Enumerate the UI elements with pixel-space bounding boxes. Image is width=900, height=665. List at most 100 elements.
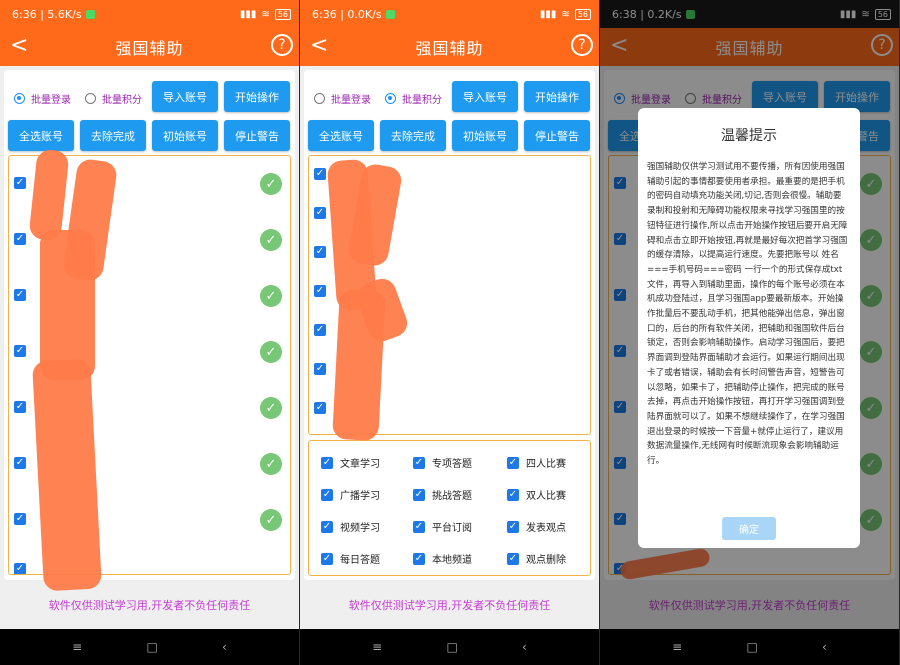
system-nav-bar: ≡ □ ‹ (600, 629, 899, 665)
menu-icon[interactable]: ≡ (72, 640, 82, 654)
option-two-player-match[interactable]: ✓ 双人比赛 (507, 487, 566, 502)
notification-icon (85, 9, 95, 19)
option-four-player-match[interactable]: ✓ 四人比赛 (507, 455, 566, 470)
table-row[interactable]: ✓ (314, 402, 326, 414)
back-nav-icon[interactable]: ‹ (522, 640, 527, 654)
signal-icon: ▮▮▮ (539, 8, 557, 20)
check-icon: ✓ (15, 513, 25, 524)
warning-dialog: 温馨提示 强国辅助仅供学习测试用不要传播，所有因使用强国辅助引起的事情都要使用者… (638, 108, 860, 548)
table-row[interactable]: ✓ (314, 207, 326, 219)
import-accounts-button[interactable]: 导入账号 (452, 81, 518, 112)
check-icon: ✓ (413, 520, 425, 533)
table-row[interactable]: ✓ (14, 563, 26, 574)
remove-done-button[interactable]: 去除完成 (380, 120, 446, 151)
done-icon: ✓ (260, 285, 282, 307)
option-delete-opinion[interactable]: ✓ 观点删除 (507, 551, 566, 566)
home-icon[interactable]: □ (746, 640, 757, 654)
radio-batch-points[interactable]: 批量积分 (85, 91, 142, 106)
table-row[interactable]: ✓ (14, 457, 26, 469)
option-daily-quiz[interactable]: ✓ 每日答题 (321, 551, 380, 566)
select-all-button[interactable]: 全选账号 (8, 120, 74, 151)
table-row[interactable]: ✓ (14, 289, 26, 301)
disclaimer-text: 软件仅供测试学习用,开发者不负任何责任 (348, 599, 551, 612)
home-icon[interactable]: □ (446, 640, 457, 654)
table-row[interactable]: ✓ (314, 168, 326, 180)
back-icon[interactable]: < (310, 35, 328, 57)
option-challenge-quiz[interactable]: ✓ 挑战答题 (413, 487, 472, 502)
check-icon: ✓ (321, 488, 333, 501)
help-icon[interactable]: ? (271, 34, 293, 56)
wifi-icon: ≋ (261, 8, 270, 20)
check-icon: ✓ (507, 456, 519, 469)
radio-label: 批量积分 (402, 95, 442, 106)
radio-batch-points[interactable]: 批量积分 (385, 91, 442, 106)
system-nav-bar: ≡ □ ‹ (300, 629, 599, 665)
start-operation-button[interactable]: 开始操作 (524, 81, 590, 112)
stop-alarm-button[interactable]: 停止警告 (224, 120, 290, 151)
check-icon: ✓ (315, 324, 325, 335)
table-row[interactable]: ✓ (14, 177, 26, 189)
screen-accounts: 6:36 | 5.6K/s ▮▮▮ ≋ 56 < 强国辅助 ? 批量登录 批量积… (0, 0, 299, 665)
screen-warning-dialog: 6:38 | 0.2K/s ▮▮▮ ≋ 56 < 强国辅助 ? 批量登录 批量积… (600, 0, 899, 665)
radio-label: 批量登录 (331, 95, 371, 106)
battery-icon: 56 (274, 8, 291, 20)
check-icon: ✓ (15, 563, 25, 574)
table-row[interactable]: ✓ (314, 363, 326, 375)
table-row[interactable]: ✓ (314, 285, 326, 297)
table-row[interactable]: ✓ (314, 246, 326, 258)
option-special-quiz[interactable]: ✓ 专项答题 (413, 455, 472, 470)
disclaimer-text: 软件仅供测试学习用,开发者不负任何责任 (48, 599, 251, 612)
option-radio-study[interactable]: ✓ 广播学习 (321, 487, 380, 502)
table-row[interactable]: ✓ (314, 324, 326, 336)
check-icon: ✓ (413, 456, 425, 469)
done-icon: ✓ (260, 341, 282, 363)
option-post-opinion[interactable]: ✓ 发表观点 (507, 519, 566, 534)
status-time: 6:36 (12, 7, 37, 21)
radio-batch-login[interactable]: 批量登录 (314, 91, 371, 106)
table-row[interactable]: ✓ (14, 513, 26, 525)
table-row[interactable]: ✓ (14, 345, 26, 357)
check-icon: ✓ (321, 552, 333, 565)
radio-batch-login[interactable]: 批量登录 (14, 91, 71, 106)
stop-alarm-button[interactable]: 停止警告 (524, 120, 590, 151)
menu-icon[interactable]: ≡ (372, 640, 382, 654)
notification-icon (385, 9, 395, 19)
radio-circle-icon (85, 93, 96, 104)
title-bar: < 强国辅助 ? (300, 28, 599, 66)
done-icon: ✓ (260, 229, 282, 251)
option-local-channel[interactable]: ✓ 本地频道 (413, 551, 472, 566)
menu-icon[interactable]: ≡ (672, 640, 682, 654)
title-bar: < 强国辅助 ? (0, 28, 299, 66)
option-video-study[interactable]: ✓ 视频学习 (321, 519, 380, 534)
radio-circle-icon (14, 93, 25, 104)
select-all-button[interactable]: 全选账号 (308, 120, 374, 151)
status-bar: 6:36 | 0.0K/s ▮▮▮ ≋ 56 (300, 0, 599, 28)
option-platform-subscribe[interactable]: ✓ 平台订阅 (413, 519, 472, 534)
signal-icon: ▮▮▮ (239, 8, 257, 20)
dialog-title: 温馨提示 (721, 128, 777, 144)
option-article-study[interactable]: ✓ 文章学习 (321, 455, 380, 470)
import-accounts-button[interactable]: 导入账号 (152, 81, 218, 112)
init-accounts-button[interactable]: 初始账号 (152, 120, 218, 151)
home-icon[interactable]: □ (146, 640, 157, 654)
system-nav-bar: ≡ □ ‹ (0, 629, 299, 665)
confirm-button[interactable]: 确定 (722, 517, 776, 540)
table-row[interactable]: ✓ (14, 401, 26, 413)
page-title: 强国辅助 (415, 39, 484, 58)
dialog-body: 强国辅助仅供学习测试用不要传播，所有因使用强国辅助引起的事情都要使用者承担。最重… (647, 162, 848, 467)
done-icon: ✓ (260, 509, 282, 531)
check-icon: ✓ (507, 520, 519, 533)
init-accounts-button[interactable]: 初始账号 (452, 120, 518, 151)
status-speed: 5.6K/s (47, 7, 82, 21)
back-nav-icon[interactable]: ‹ (222, 640, 227, 654)
status-bar: 6:36 | 5.6K/s ▮▮▮ ≋ 56 (0, 0, 299, 28)
check-icon: ✓ (413, 488, 425, 501)
start-operation-button[interactable]: 开始操作 (224, 81, 290, 112)
help-icon[interactable]: ? (571, 34, 593, 56)
back-icon[interactable]: < (10, 35, 28, 57)
redaction-scribble (32, 358, 102, 592)
remove-done-button[interactable]: 去除完成 (80, 120, 146, 151)
status-time: 6:36 (312, 7, 337, 21)
back-nav-icon[interactable]: ‹ (822, 640, 827, 654)
table-row[interactable]: ✓ (14, 233, 26, 245)
